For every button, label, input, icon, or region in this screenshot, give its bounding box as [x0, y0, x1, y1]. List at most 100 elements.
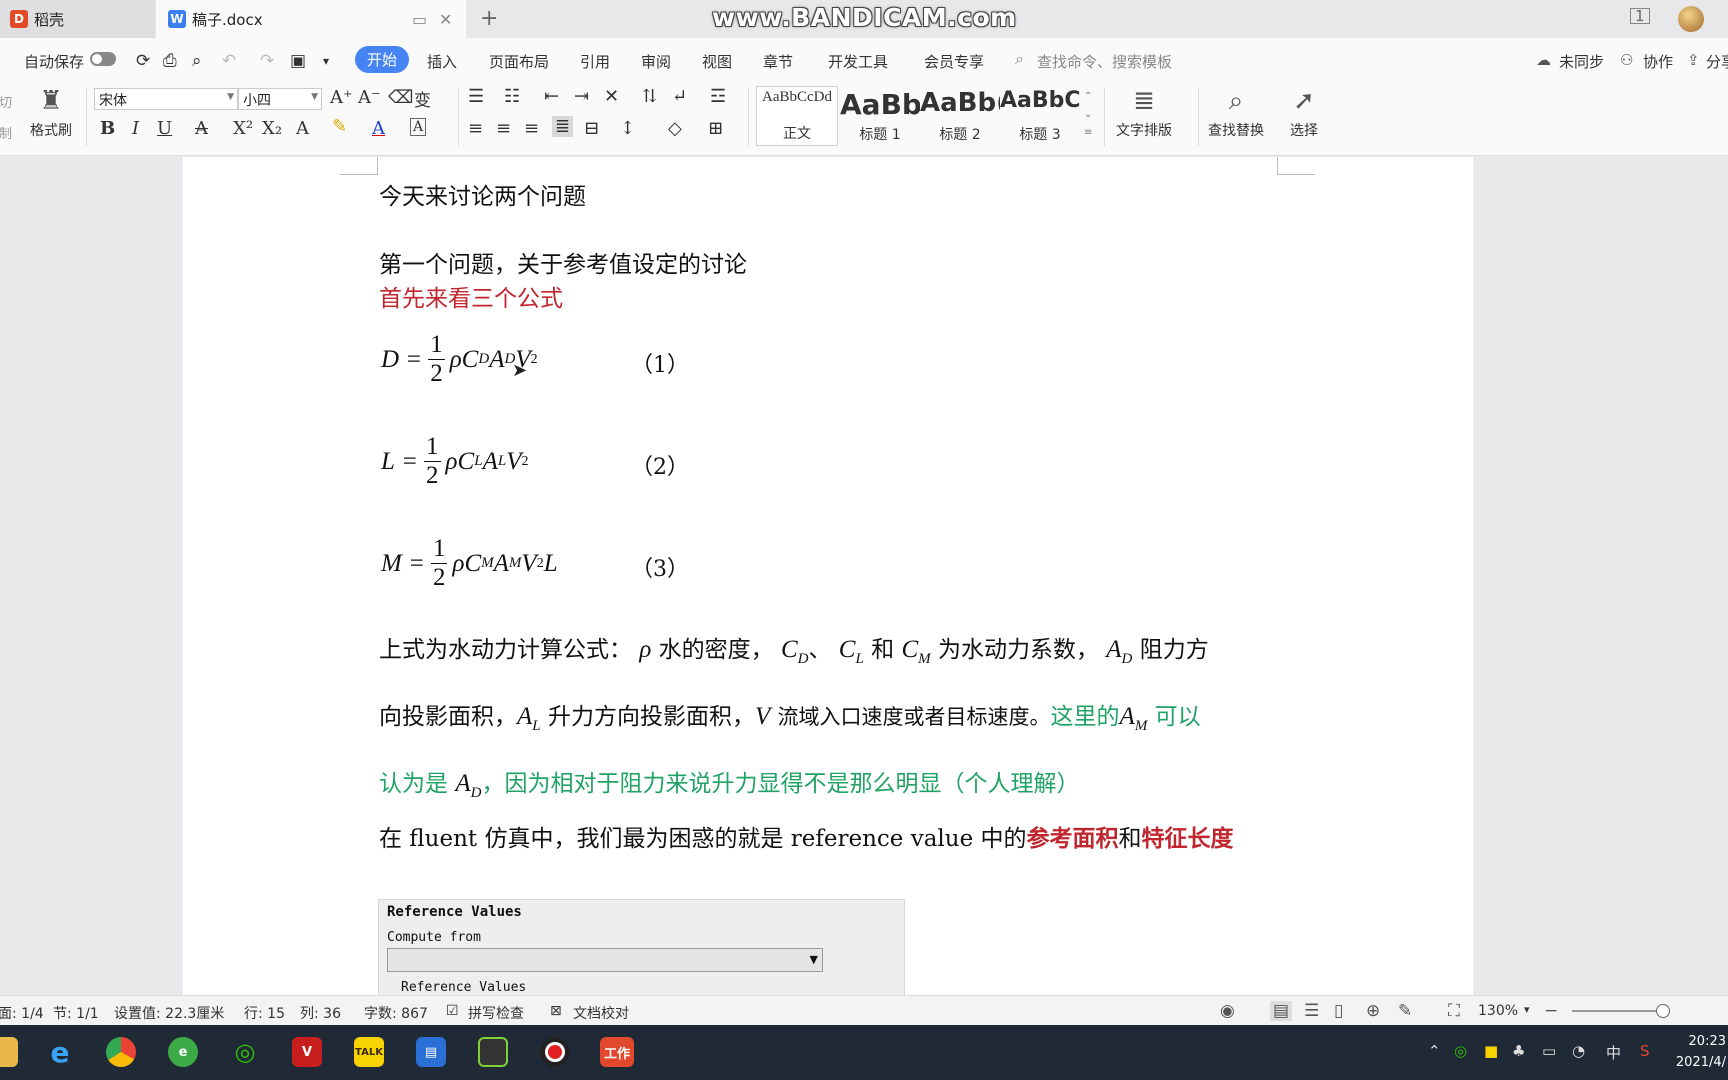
menu-home[interactable]: 开始 — [355, 46, 409, 73]
menu-chapter[interactable]: 章节 — [763, 51, 793, 72]
shading-icon[interactable]: ◇ — [668, 118, 682, 139]
document-area[interactable]: 今天来讨论两个问题 第一个问题，关于参考值设定的讨论 首先来看三个公式 D = 1… — [0, 157, 1728, 995]
close-tab-icon[interactable]: ✕ — [439, 10, 452, 29]
distribute-icon[interactable]: ⊟ — [584, 118, 599, 139]
undo-icon[interactable]: ↶ — [222, 51, 236, 71]
subscript-icon[interactable]: X₂ — [262, 118, 282, 139]
italic-icon[interactable]: I — [132, 118, 139, 139]
style-heading-3[interactable]: AaBbC( 标题 3 — [1000, 86, 1080, 146]
redo-icon[interactable]: ↷ — [260, 51, 274, 71]
justify-icon[interactable]: ≣ — [552, 116, 574, 137]
align-center-icon[interactable]: ≡ — [496, 118, 511, 139]
command-search-input[interactable]: 查找命令、搜索模板 — [1037, 51, 1172, 72]
collaborate-button[interactable]: 协作 — [1643, 51, 1673, 72]
character-border-icon[interactable]: A — [410, 118, 427, 136]
decrease-indent-icon[interactable]: ⇤ — [544, 86, 559, 107]
bold-icon[interactable]: B — [100, 118, 115, 139]
fit-page-icon[interactable]: ⛶ — [1448, 1001, 1460, 1021]
write-mode-icon[interactable]: ✎ — [1398, 1001, 1412, 1021]
formula-lift[interactable]: L = 1 2 ρC L A L V 2 — [381, 433, 528, 490]
tray-qq-icon[interactable]: ♣ — [1512, 1042, 1525, 1060]
tray-battery-icon[interactable]: ▭ — [1542, 1042, 1556, 1060]
zoom-level[interactable]: 130% — [1478, 1003, 1518, 1019]
styles-scroll-icon[interactable]: ⌃ ⌄ ≡ — [1084, 88, 1092, 142]
shrink-font-icon[interactable]: A⁻ — [358, 87, 381, 108]
paragraph-line-3[interactable]: 认为是 AD，因为相对于阻力来说升力显得不是那么明显（个人理解） — [379, 764, 1079, 802]
tab-document[interactable]: W 稿子.docx ▭ ✕ — [156, 0, 466, 38]
zoom-out-icon[interactable]: − — [1544, 1001, 1558, 1021]
taskbar-bandicam[interactable] — [540, 1037, 570, 1067]
line-spacing-icon[interactable]: ↕ — [620, 118, 635, 139]
document-page[interactable]: 今天来讨论两个问题 第一个问题，关于参考值设定的讨论 首先来看三个公式 D = 1… — [183, 157, 1473, 995]
sort-icon[interactable]: ⇅ — [642, 86, 657, 107]
paragraph-line-1[interactable]: 上式为水动力计算公式： ρ 水的密度， CD、 CL 和 CM 为水动力系数， … — [379, 630, 1209, 668]
menu-insert[interactable]: 插入 — [427, 51, 457, 72]
taskbar-app-window[interactable]: ▤ — [416, 1037, 446, 1067]
eye-protection-icon[interactable]: ◉ — [1220, 1001, 1235, 1021]
print-preview-icon[interactable]: ⌕ — [192, 51, 202, 71]
menu-view[interactable]: 视图 — [702, 51, 732, 72]
clear-format-icon[interactable]: ⌫ — [388, 87, 413, 108]
bullet-list-icon[interactable]: ☰ — [468, 86, 484, 107]
phonetic-guide-icon[interactable]: 变 — [414, 86, 431, 111]
taskbar-wechat[interactable]: ◎ — [230, 1037, 260, 1067]
clock-date[interactable]: 2021/4/ — [1676, 1055, 1726, 1070]
page-indicator[interactable]: 页面: 1/4 — [0, 1003, 44, 1023]
strikethrough-icon[interactable]: A — [195, 118, 208, 139]
doc-line-3[interactable]: 首先来看三个公式 — [379, 279, 563, 313]
doc-line-1[interactable]: 今天来讨论两个问题 — [379, 177, 586, 211]
tool-icon[interactable]: ⟳ — [136, 51, 150, 71]
taskbar-kakaotalk[interactable]: TALK — [354, 1037, 384, 1067]
taskbar-ie[interactable]: e — [45, 1036, 75, 1069]
format-painter-button[interactable]: ♜ 格式刷 — [30, 86, 72, 140]
style-normal[interactable]: AaBbCcDd 正文 — [756, 86, 838, 146]
align-right-icon[interactable]: ≡ — [524, 118, 539, 139]
grow-font-icon[interactable]: A⁺ — [330, 87, 353, 108]
paragraph-line-2[interactable]: 向投影面积，AL 升力方向投影面积，V 流域入口速度或者目标速度。这里的AM 可… — [379, 697, 1201, 735]
taskbar-wps[interactable]: 工作 — [600, 1037, 634, 1067]
autosave-toggle[interactable] — [90, 52, 116, 66]
new-tab-icon[interactable]: + — [480, 6, 498, 31]
tray-expand-icon[interactable]: ⌃ — [1428, 1042, 1441, 1060]
table-of-contents-icon[interactable]: ☲ — [710, 86, 726, 107]
reading-view-icon[interactable]: ▯ — [1334, 1001, 1343, 1021]
formula-moment[interactable]: M = 1 2 ρC M A M V 2 L — [381, 535, 558, 592]
tray-chat-icon[interactable]: ■ — [1484, 1042, 1498, 1060]
taskbar-monitor[interactable] — [478, 1037, 508, 1067]
zoom-slider-handle[interactable] — [1656, 1004, 1670, 1018]
menu-member[interactable]: 会员专享 — [924, 51, 984, 72]
borders-icon[interactable]: ⊞ — [708, 118, 723, 139]
print-icon[interactable]: ⎙ — [163, 51, 177, 71]
copy-button[interactable]: 复制 — [0, 123, 12, 142]
outline-view-icon[interactable]: ☰ — [1304, 1001, 1319, 1021]
share-button[interactable]: 分享 — [1706, 51, 1728, 72]
paragraph-line-4[interactable]: 在 fluent 仿真中，我们最为困惑的就是 reference value 中… — [379, 819, 1234, 853]
highlight-icon[interactable]: ✎ — [332, 116, 347, 137]
clock-time[interactable]: 20:23 — [1689, 1034, 1726, 1049]
window-count-icon[interactable]: 1 — [1630, 8, 1650, 24]
zoom-slider[interactable] — [1572, 1010, 1662, 1012]
sync-status[interactable]: 未同步 — [1559, 51, 1604, 72]
tray-network-icon[interactable]: ◔ — [1572, 1042, 1585, 1060]
taskbar-chrome[interactable] — [106, 1037, 136, 1067]
chinese-layout-icon[interactable]: ✕ — [604, 86, 619, 107]
style-heading-2[interactable]: AaBb( 标题 2 — [920, 86, 1000, 146]
tray-sogou-icon[interactable]: S — [1640, 1042, 1650, 1060]
increase-indent-icon[interactable]: ⇥ — [574, 86, 589, 107]
text-effect-icon[interactable]: A — [296, 118, 309, 139]
quick-access-dropdown-icon[interactable]: ▾ — [323, 54, 329, 68]
taskbar-file-explorer[interactable] — [0, 1037, 18, 1067]
menu-page-layout[interactable]: 页面布局 — [489, 51, 549, 72]
ime-indicator[interactable]: 中 — [1606, 1042, 1621, 1063]
web-view-icon[interactable]: ⊕ — [1366, 1001, 1380, 1021]
tab-docer[interactable]: D 稻壳 — [0, 0, 155, 38]
taskbar-browser[interactable]: e — [168, 1037, 198, 1067]
font-color-icon[interactable]: A — [372, 118, 385, 139]
zoom-dropdown-icon[interactable]: ▾ — [1524, 1003, 1530, 1016]
style-heading-1[interactable]: AaBb 标题 1 — [840, 86, 920, 146]
underline-icon[interactable]: U — [157, 118, 172, 139]
font-name-select[interactable]: 宋体 ▼ — [94, 88, 238, 110]
spell-check-button[interactable]: 拼写检查 — [468, 1003, 524, 1023]
font-size-select[interactable]: 小四 ▼ — [238, 88, 322, 110]
doc-line-2[interactable]: 第一个问题，关于参考值设定的讨论 — [379, 245, 747, 279]
